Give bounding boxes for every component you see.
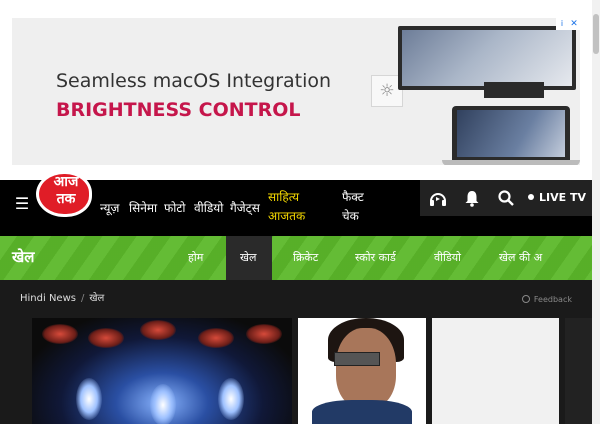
live-tv-label: LIVE TV bbox=[539, 191, 586, 204]
monitor-image bbox=[398, 26, 576, 90]
laptop-image bbox=[452, 106, 570, 160]
breadcrumb-current: खेल bbox=[89, 293, 105, 304]
page-scrollbar[interactable] bbox=[592, 0, 600, 424]
feedback-label: Feedback bbox=[533, 295, 572, 304]
featured-story-image[interactable] bbox=[32, 318, 292, 424]
feedback-icon bbox=[521, 295, 530, 303]
nav-video[interactable]: वीडियो bbox=[194, 200, 223, 216]
tab-score-card[interactable]: स्कोर कार्ड bbox=[355, 251, 396, 265]
breadcrumb-separator: / bbox=[80, 293, 85, 304]
ad-subheadline: BRIGHTNESS CONTROL bbox=[56, 99, 301, 121]
headphones-icon bbox=[430, 193, 446, 206]
top-navigation: ☰ आज तक न्यूज़ सिनेमा फोटो वीडियो गैजेट्… bbox=[0, 171, 592, 236]
live-tv-button[interactable]: LIVE TV bbox=[522, 180, 592, 216]
tab-khel-ki-more[interactable]: खेल की अ bbox=[499, 251, 542, 265]
nav-fact-line1: फैक्ट bbox=[342, 190, 364, 204]
shooter-story-image[interactable] bbox=[298, 318, 426, 424]
nav-fact-check[interactable]: फैक्ट चेक bbox=[342, 188, 364, 226]
aajtak-logo[interactable]: आज तक bbox=[34, 167, 94, 221]
page: Seamless macOS Integration BRIGHTNESS CO… bbox=[0, 0, 600, 424]
tab-home[interactable]: होम bbox=[188, 251, 203, 265]
ad-headline: Seamless macOS Integration bbox=[56, 70, 332, 92]
tab-cricket[interactable]: क्रिकेट bbox=[293, 251, 318, 265]
content-area bbox=[0, 314, 592, 424]
nav-fact-line2: चेक bbox=[342, 209, 359, 223]
live-dot-icon bbox=[528, 194, 534, 200]
nav-sahitya-line1: साहित्य bbox=[268, 190, 300, 204]
story-image-partial[interactable] bbox=[565, 318, 592, 424]
nav-news[interactable]: न्यूज़ bbox=[100, 200, 119, 216]
tab-khel[interactable]: खेल bbox=[240, 251, 256, 265]
nav-sahitya-line2: आजतक bbox=[268, 209, 306, 223]
hamburger-icon[interactable]: ☰ bbox=[12, 194, 32, 214]
advertisement-banner[interactable]: Seamless macOS Integration BRIGHTNESS CO… bbox=[12, 18, 580, 165]
bell-icon bbox=[465, 191, 479, 207]
laptop-base-image bbox=[442, 160, 580, 165]
breadcrumb: Hindi News / खेल Feedback bbox=[0, 280, 592, 314]
nav-cinema[interactable]: सिनेमा bbox=[129, 200, 157, 216]
search-button[interactable] bbox=[488, 180, 524, 216]
podcast-button[interactable] bbox=[420, 180, 456, 216]
section-navigation: खेल होम खेल क्रिकेट स्कोर कार्ड वीडियो ख… bbox=[0, 236, 592, 280]
section-title: खेल bbox=[12, 248, 35, 266]
info-icon[interactable]: i bbox=[556, 18, 568, 30]
tab-video[interactable]: वीडियो bbox=[434, 251, 461, 265]
notification-button[interactable] bbox=[454, 180, 490, 216]
breadcrumb-home[interactable]: Hindi News bbox=[20, 293, 76, 304]
nav-photo[interactable]: फोटो bbox=[164, 200, 186, 216]
close-icon[interactable]: ✕ bbox=[568, 18, 580, 30]
feedback-link[interactable]: Feedback bbox=[521, 294, 572, 305]
story-image-placeholder[interactable] bbox=[432, 318, 559, 424]
breadcrumb-trail: Hindi News / खेल bbox=[20, 292, 104, 306]
search-icon bbox=[498, 190, 514, 206]
nav-sahitya-aajtak[interactable]: साहित्य आजतक bbox=[268, 188, 305, 226]
monitor-stand-image bbox=[484, 82, 544, 98]
nav-gadgets[interactable]: गैजेट्स bbox=[230, 200, 260, 216]
